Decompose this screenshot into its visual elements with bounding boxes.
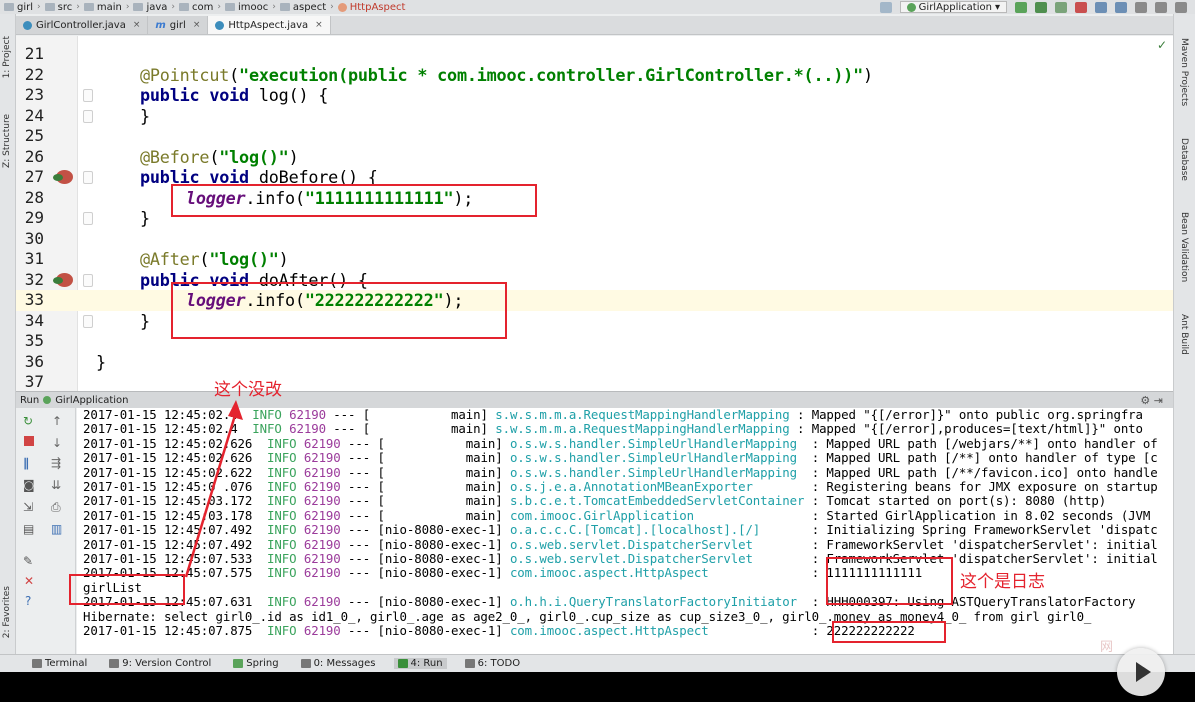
watermark: 网 [1100,640,1114,655]
ide-window: girl › src › main › java › com › imooc ›… [0,0,1195,672]
callout-unchanged: 这个没改 [214,380,282,400]
arrow-line [184,411,238,578]
play-button[interactable] [1117,648,1165,696]
callout-is-log: 这个是日志 [960,572,1045,592]
arrow-head-icon [228,400,243,420]
